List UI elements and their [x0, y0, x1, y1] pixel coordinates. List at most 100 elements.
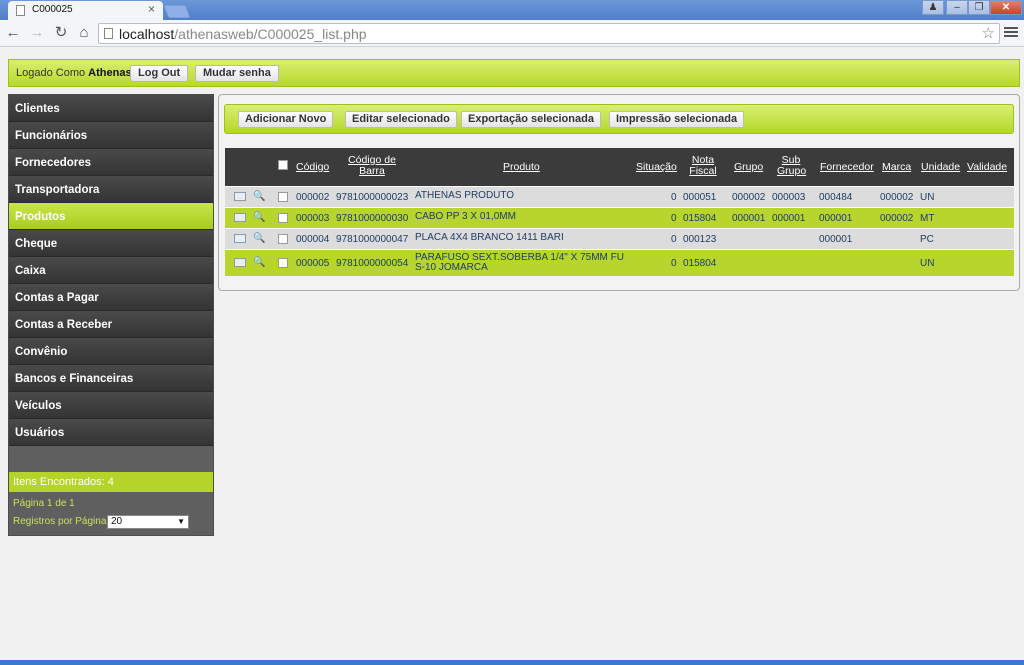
col-sub-grupo[interactable]: Sub Grupo [777, 155, 807, 177]
back-arrow-icon[interactable]: ← [3, 23, 23, 43]
row-checkbox[interactable] [278, 192, 288, 202]
sidebar-info: Itens Encontrados: 4 Página 1 de 1 Regis… [9, 472, 213, 533]
col-codigo-barra-line2: Barra [359, 165, 385, 177]
table-row[interactable]: 🔍 000004 9781000000047 PLACA 4X4 BRANCO 141… [225, 228, 1014, 249]
col-codigo-barra[interactable]: Código de Barra [347, 155, 397, 177]
view-row-icon[interactable]: 🔍 [253, 257, 265, 268]
browser-tab[interactable]: C000025 × [8, 1, 163, 20]
cell-produto: ATHENAS PRODUTO [415, 190, 515, 201]
row-checkbox[interactable] [278, 213, 288, 223]
logout-button[interactable]: Log Out [130, 65, 189, 82]
change-password-button[interactable]: Mudar senha [195, 65, 279, 82]
cell-nota: 000051 [683, 192, 717, 203]
table-body: 🔍 000002 9781000000023 ATHENAS PRODUTO 0 0000… [225, 186, 1014, 276]
cell-nota: 015804 [683, 213, 717, 224]
cell-grupo: 000001 [732, 213, 766, 224]
table-row[interactable]: 🔍 000003 9781000000030 CABO PP 3 X 01,0MM 0 0… [225, 207, 1014, 228]
edit-row-icon[interactable] [234, 258, 246, 267]
sidebar-item-transportadora[interactable]: Transportadora [9, 176, 213, 203]
minimize-icon[interactable]: – [946, 0, 968, 15]
col-grupo[interactable]: Grupo [734, 162, 763, 173]
cell-unidade: UN [920, 258, 935, 269]
cell-unidade: PC [920, 234, 934, 245]
row-checkbox[interactable] [278, 258, 288, 268]
cell-marca: 000002 [880, 213, 914, 224]
cell-situacao: 0 [671, 258, 677, 269]
col-validade[interactable]: Validade [967, 162, 1007, 173]
row-checkbox[interactable] [278, 234, 288, 244]
per-page-value: 20 [111, 516, 123, 527]
sidebar-item-caixa[interactable]: Caixa [9, 257, 213, 284]
col-nota-line2: Fiscal [689, 165, 717, 177]
table-header: Código Código de Barra Produto Situação … [225, 148, 1014, 186]
col-marca[interactable]: Marca [882, 162, 911, 173]
edit-selected-button[interactable]: Editar selecionado [345, 111, 457, 128]
sidebar-item-cheque[interactable]: Cheque [9, 230, 213, 257]
page-info: Página 1 de 1 [13, 498, 75, 509]
col-produto[interactable]: Produto [503, 162, 540, 173]
sidebar-item-funcion-rios[interactable]: Funcionários [9, 122, 213, 149]
sidebar-item-fornecedores[interactable]: Fornecedores [9, 149, 213, 176]
sidebar-item-produtos[interactable]: Produtos [9, 203, 213, 230]
add-new-button[interactable]: Adicionar Novo [238, 111, 334, 128]
col-fornecedor[interactable]: Fornecedor [820, 162, 874, 173]
logged-prefix: Logado Como [16, 67, 86, 79]
logged-in-label: Logado Como Athenas [16, 67, 132, 79]
edit-row-icon[interactable] [234, 234, 246, 243]
export-selected-button[interactable]: Exportação selecionada [461, 111, 601, 128]
per-page-select[interactable]: 20 ▼ [107, 515, 189, 529]
cell-codigo: 000003 [296, 213, 330, 224]
sidebar-item-clientes[interactable]: Clientes [9, 95, 213, 122]
cell-nota: 000123 [683, 234, 717, 245]
cell-codigo: 000004 [296, 234, 330, 245]
col-nota-fiscal[interactable]: Nota Fiscal [688, 155, 718, 177]
forward-arrow-icon[interactable]: → [27, 23, 47, 43]
cell-subgrupo: 000003 [772, 192, 806, 203]
cell-produto: CABO PP 3 X 01,0MM [415, 211, 516, 222]
new-tab-button[interactable] [163, 5, 191, 18]
sidebar-item-ve-culos[interactable]: Veículos [9, 392, 213, 419]
tab-close-icon[interactable]: × [148, 2, 155, 16]
sidebar-item-conv-nio[interactable]: Convênio [9, 338, 213, 365]
restore-icon[interactable]: ❐ [968, 0, 990, 15]
sidebar-item-bancos-e-financeiras[interactable]: Bancos e Financeiras [9, 365, 213, 392]
table-row[interactable]: 🔍 000005 9781000000054 PARAFUSO SEXT.SOBERB… [225, 249, 1014, 276]
sidebar-item-usu-rios[interactable]: Usuários [9, 419, 213, 446]
print-selected-button[interactable]: Impressão selecionada [609, 111, 745, 128]
col-situacao[interactable]: Situação [636, 162, 677, 173]
page-icon [104, 28, 113, 39]
view-row-icon[interactable]: 🔍 [253, 191, 265, 202]
home-icon[interactable]: ⌂ [74, 23, 94, 43]
tab-title: C000025 [32, 4, 73, 15]
reload-icon[interactable]: ↻ [51, 23, 71, 43]
browser-titlebar: C000025 × ♟ – ❐ ✕ [0, 0, 1024, 20]
cell-barra: 9781000000030 [336, 213, 409, 224]
cell-marca: 000002 [880, 192, 914, 203]
user-icon[interactable]: ♟ [922, 0, 944, 15]
browser-toolbar: ← → ↻ ⌂ localhost/athenasweb/C000025_lis… [0, 20, 1024, 47]
edit-row-icon[interactable] [234, 192, 246, 201]
col-sub-line2: Grupo [777, 165, 807, 177]
view-row-icon[interactable]: 🔍 [253, 212, 265, 223]
cell-codigo: 000002 [296, 192, 330, 203]
menu-icon[interactable] [1004, 25, 1018, 41]
bookmark-star-icon[interactable]: ☆ [982, 24, 995, 42]
per-page-label: Registros por Página: [13, 516, 110, 527]
col-unidade[interactable]: Unidade [921, 162, 960, 173]
cell-fornecedor: 000484 [819, 192, 853, 203]
cell-unidade: UN [920, 192, 935, 203]
cell-situacao: 0 [671, 234, 677, 245]
main-panel: Adicionar Novo Editar selecionado Export… [218, 94, 1020, 291]
address-bar[interactable]: localhost/athenasweb/C000025_list.php ☆ [98, 23, 1000, 44]
edit-row-icon[interactable] [234, 213, 246, 222]
close-window-icon[interactable]: ✕ [990, 0, 1022, 15]
view-row-icon[interactable]: 🔍 [253, 233, 265, 244]
col-codigo[interactable]: Código [296, 162, 329, 173]
cell-barra: 9781000000047 [336, 234, 409, 245]
per-page-row: Registros por Página: 20 ▼ [9, 513, 213, 533]
app-header: Logado Como Athenas Log Out Mudar senha [8, 59, 1020, 87]
select-all-checkbox[interactable] [278, 160, 288, 170]
table-row[interactable]: 🔍 000002 9781000000023 ATHENAS PRODUTO 0 0000… [225, 186, 1014, 207]
sidebar-item-contas-a-receber[interactable]: Contas a Receber [9, 311, 213, 338]
sidebar-item-contas-a-pagar[interactable]: Contas a Pagar [9, 284, 213, 311]
